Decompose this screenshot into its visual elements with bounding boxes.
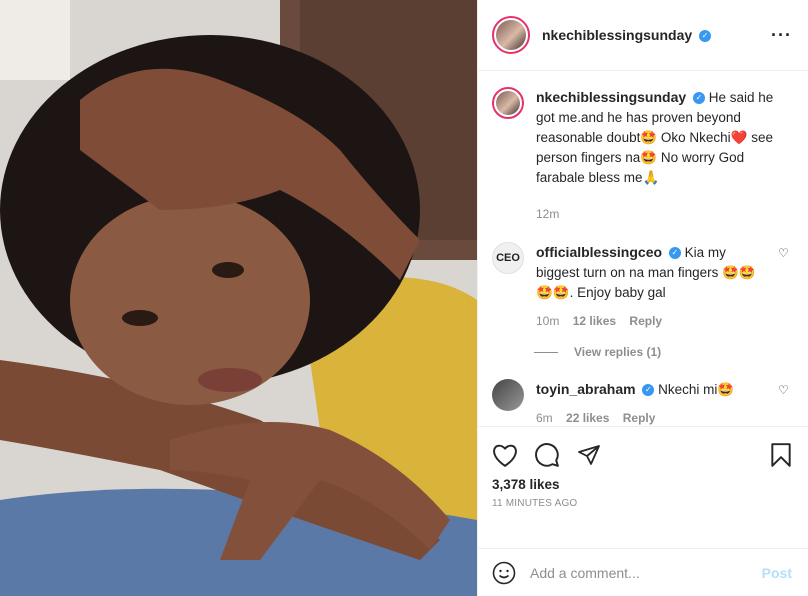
post-header: nkechiblessingsunday ✓ ··· (478, 0, 808, 71)
comment-time: 6m (536, 411, 553, 425)
caption-username[interactable]: nkechiblessingsunday (536, 89, 686, 105)
comment-icon[interactable] (534, 442, 560, 468)
post-button[interactable]: Post (762, 565, 792, 581)
view-replies-button[interactable]: View replies (1) (534, 345, 792, 359)
reply-button[interactable]: Reply (629, 314, 662, 328)
comment-like-icon[interactable]: ♡ (778, 383, 792, 426)
comments-list: nkechiblessingsunday ✓ He said he got me… (478, 71, 808, 426)
comment-input[interactable] (530, 564, 748, 581)
comment-username[interactable]: toyin_abraham (536, 381, 636, 397)
share-icon[interactable] (576, 443, 602, 467)
post-modal: nkechiblessingsunday ✓ ··· nkechiblessin… (0, 0, 808, 596)
commenter-avatar[interactable]: CEO (492, 242, 524, 274)
author-avatar[interactable] (492, 16, 530, 54)
comment-like-icon[interactable]: ♡ (778, 246, 792, 331)
comment-username[interactable]: officialblessingceo (536, 244, 662, 260)
commenter-avatar[interactable] (492, 379, 524, 411)
bookmark-icon[interactable] (770, 442, 792, 468)
emoji-icon[interactable] (492, 561, 516, 585)
verified-icon: ✓ (699, 30, 712, 43)
verified-icon: ✓ (692, 92, 705, 105)
post-photo[interactable] (0, 0, 477, 596)
more-icon[interactable]: ··· (771, 25, 792, 46)
photo-illustration (0, 0, 477, 596)
comment-time: 10m (536, 314, 560, 328)
post-sidebar: nkechiblessingsunday ✓ ··· nkechiblessin… (477, 0, 808, 596)
comment-item: CEO officialblessingceo ✓ Kia my biggest… (492, 242, 792, 331)
post-timestamp: 11 MINUTES AGO (492, 498, 578, 509)
comment-likes[interactable]: 12 likes (573, 314, 616, 328)
add-comment-bar: Post (478, 548, 808, 596)
author-username[interactable]: nkechiblessingsunday (542, 27, 692, 43)
heart-icon[interactable] (492, 443, 518, 467)
caption-time: 12m (536, 207, 560, 221)
comment-text: Nkechi mi🤩 (658, 382, 735, 397)
reply-button[interactable]: Reply (623, 411, 656, 425)
comment-likes[interactable]: 22 likes (566, 411, 609, 425)
verified-icon: ✓ (668, 247, 681, 260)
divider (534, 351, 558, 353)
likes-count[interactable]: 3,378 likes (492, 477, 792, 492)
post-actions: 3,378 likes 11 MINUTES AGO (478, 426, 808, 548)
caption: nkechiblessingsunday ✓ He said he got me… (492, 87, 792, 224)
comment-item: toyin_abraham ✓ Nkechi mi🤩 6m 22 likes R… (492, 379, 792, 426)
verified-icon: ✓ (642, 384, 655, 397)
caption-avatar[interactable] (492, 87, 524, 119)
